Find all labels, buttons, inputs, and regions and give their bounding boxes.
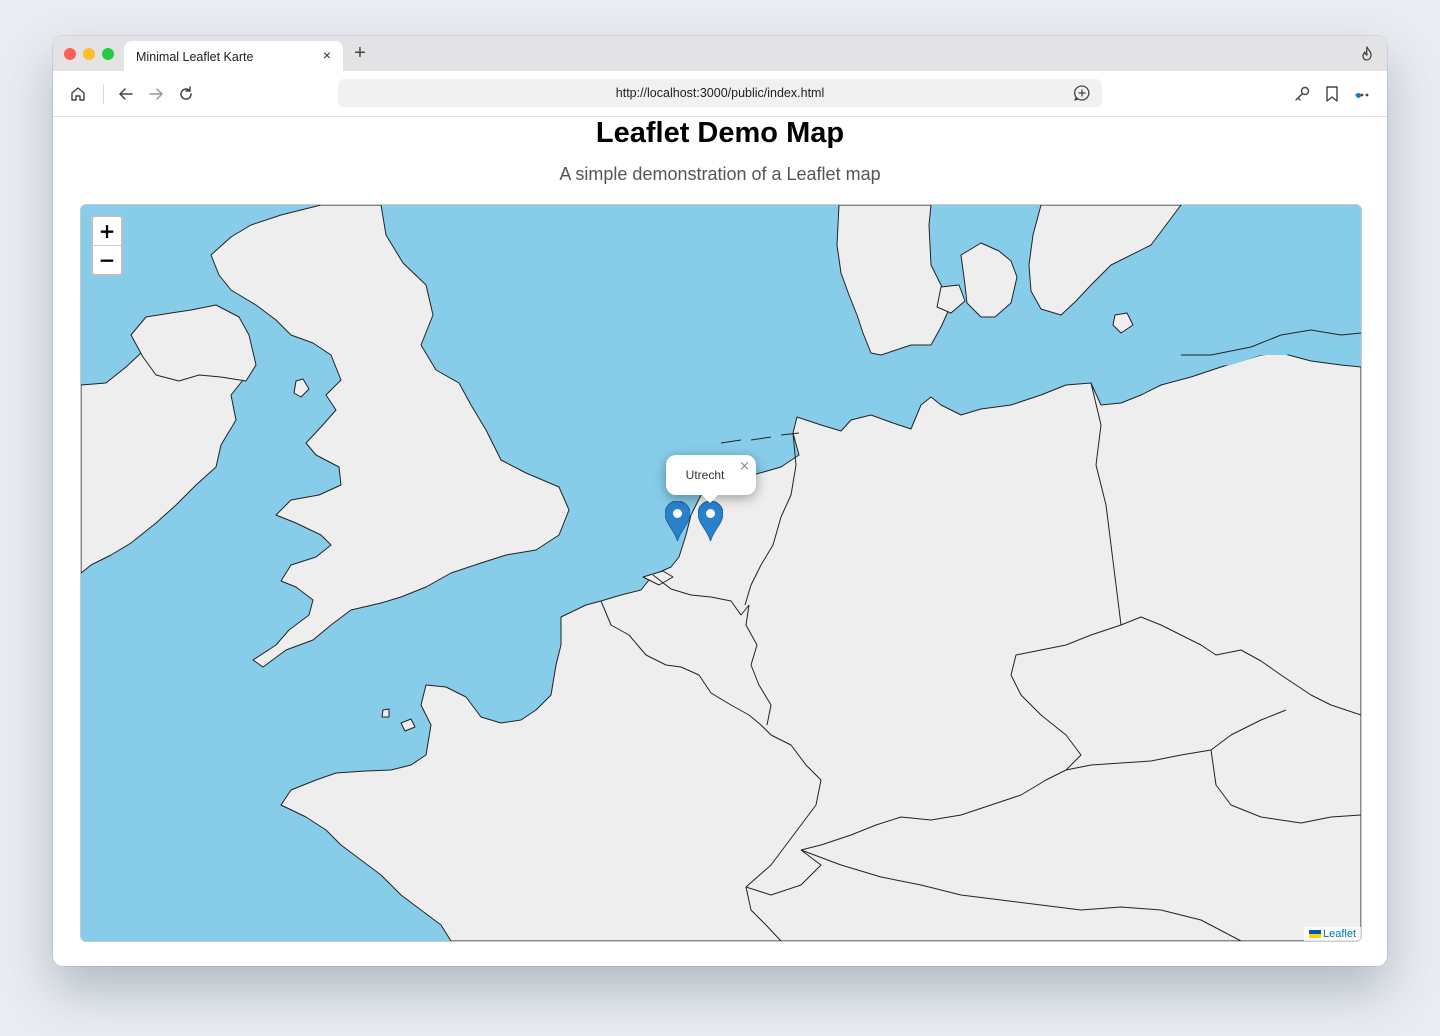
bornholm-landmass	[1112, 312, 1134, 334]
map-marker-pin-icon[interactable]	[665, 501, 690, 542]
map-attribution: Leaflet	[1303, 927, 1361, 941]
chat-icon[interactable]	[1072, 83, 1092, 103]
channel-island-guernsey	[381, 708, 390, 718]
ukraine-flag-icon	[1308, 930, 1321, 939]
zoom-out-button[interactable]: −	[93, 246, 121, 274]
marker-popup: Utrecht ×	[666, 455, 756, 503]
title-bar: Minimal Leaflet Karte × +	[53, 36, 1387, 71]
close-window-button[interactable]	[64, 48, 76, 60]
leaflet-map[interactable]: + − Utrecht × Leaflet	[80, 204, 1362, 942]
browser-tab[interactable]: Minimal Leaflet Karte ×	[124, 41, 343, 71]
reload-icon[interactable]	[175, 83, 197, 105]
tab-close-icon[interactable]: ×	[319, 47, 335, 63]
map-tiles	[81, 205, 1361, 941]
browser-toolbar: http://localhost:3000/public/index.html	[53, 71, 1387, 117]
more-menu-icon[interactable]	[1351, 83, 1373, 105]
zoom-in-button[interactable]: +	[93, 217, 121, 246]
browser-window: Minimal Leaflet Karte × + http://localho…	[53, 36, 1387, 966]
great-britain-landmass	[210, 205, 570, 668]
channel-island-jersey	[400, 718, 416, 732]
frisian-islands	[720, 432, 800, 444]
address-bar[interactable]: http://localhost:3000/public/index.html	[338, 79, 1102, 107]
funen-landmass	[936, 284, 966, 314]
map-marker-pin-icon[interactable]	[698, 501, 723, 542]
maximize-window-button[interactable]	[102, 48, 114, 60]
minimize-window-button[interactable]	[83, 48, 95, 60]
back-arrow-icon[interactable]	[115, 83, 137, 105]
leaflet-link[interactable]: Leaflet	[1323, 928, 1356, 940]
forward-arrow-icon[interactable]	[145, 83, 167, 105]
url-text: http://localhost:3000/public/index.html	[615, 86, 825, 100]
notification-dot	[1356, 93, 1361, 98]
new-tab-button[interactable]: +	[349, 42, 371, 64]
page-title: Leaflet Demo Map	[595, 117, 845, 149]
key-icon[interactable]	[1291, 83, 1313, 105]
zealand-landmass	[960, 242, 1018, 318]
toolbar-divider	[103, 84, 104, 104]
page-content: Leaflet Demo Map A simple demonstration …	[53, 117, 1387, 966]
isle-of-man-landmass	[293, 378, 310, 398]
page-subtitle: A simple demonstration of a Leaflet map	[559, 164, 881, 184]
poland-coast-landmass	[1181, 205, 1361, 367]
flame-icon[interactable]	[1359, 46, 1375, 62]
bookmark-icon[interactable]	[1321, 83, 1343, 105]
denmark-landmass	[836, 205, 952, 356]
home-icon[interactable]	[67, 83, 89, 105]
popup-close-icon[interactable]: ×	[739, 459, 750, 474]
popup-tip	[700, 493, 720, 503]
tab-title: Minimal Leaflet Karte	[136, 50, 254, 64]
popup-label: Utrecht	[685, 468, 725, 482]
scania-landmass	[1028, 205, 1182, 316]
zoom-control: + −	[91, 215, 123, 276]
